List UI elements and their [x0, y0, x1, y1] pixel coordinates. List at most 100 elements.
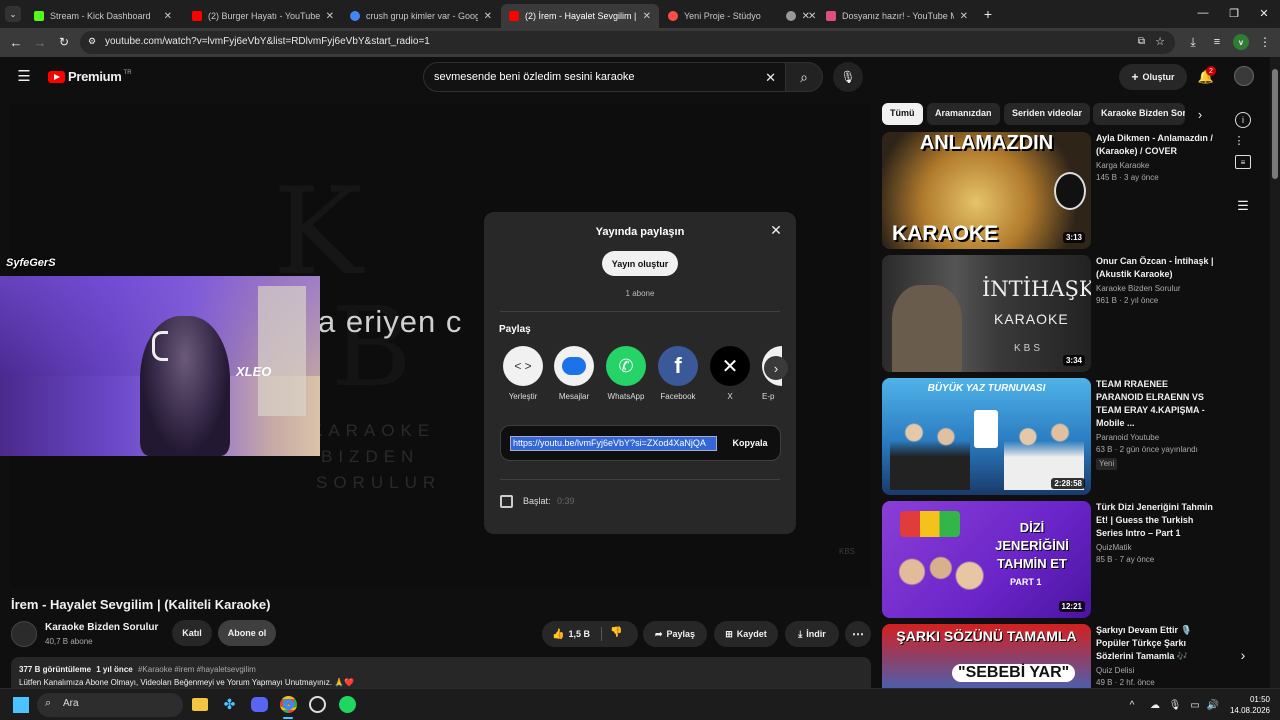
tray-overflow-icon[interactable]: ^ — [1126, 698, 1138, 712]
file-explorer-icon[interactable] — [192, 698, 208, 711]
chip-series[interactable]: Seriden videolar — [1004, 103, 1091, 125]
x-icon[interactable]: ✕ — [710, 346, 750, 386]
address-bar[interactable]: ⚙ youtube.com/watch?v=lvmFyj6eVbY&list=R… — [80, 31, 1175, 54]
embed-icon[interactable]: < > — [503, 346, 543, 386]
expand-arrow-icon[interactable]: › — [1235, 647, 1251, 663]
start-at-checkbox[interactable] — [500, 495, 513, 508]
tab-search-icon[interactable]: ⌄ — [5, 6, 21, 22]
scrollbar-track[interactable] — [1270, 57, 1280, 688]
video-thumbnail[interactable]: ŞARKI SÖZÜNÜ TAMAMLA "SEBEBİ YAR" — [882, 624, 1091, 688]
minimize-icon[interactable]: — — [1195, 5, 1211, 21]
channel-name[interactable]: Karga Karaoke — [1096, 160, 1214, 172]
dislike-icon[interactable]: 👎 — [610, 627, 622, 638]
tab-mp3[interactable]: Dosyanız hazır! - YouTube MP3 ✕ — [818, 4, 976, 28]
whatsapp-icon[interactable]: ✆ — [606, 346, 646, 386]
close-icon[interactable]: ✕ — [808, 11, 816, 22]
back-icon[interactable]: ← — [8, 34, 24, 50]
obs-icon[interactable] — [309, 696, 326, 713]
close-window-icon[interactable]: ✕ — [1256, 5, 1272, 21]
reading-list-icon[interactable]: ≡ — [1209, 34, 1225, 50]
hashtags[interactable]: #Karaoke #irem #hayaletsevgilim — [138, 665, 256, 674]
like-icon[interactable]: 👍 — [552, 629, 564, 640]
chrome-icon[interactable] — [280, 696, 297, 713]
spotify-icon[interactable] — [339, 696, 356, 713]
new-tab-icon[interactable]: + — [980, 6, 996, 22]
description-box[interactable]: 377 B görüntüleme 1 yıl önce #Karaoke #i… — [11, 657, 871, 688]
share-button[interactable]: ➦ Paylaş — [643, 621, 707, 647]
site-info-icon[interactable]: ⚙ — [88, 36, 96, 47]
close-icon[interactable]: ✕ — [960, 11, 968, 22]
discord-icon[interactable] — [251, 697, 268, 712]
video-thumbnail[interactable]: ANLAMAZDIN KARAOKE 3:13 — [882, 132, 1091, 249]
close-icon[interactable]: ✕ — [643, 11, 651, 22]
chip-from-search[interactable]: Aramanızdan — [927, 103, 1000, 125]
recommendation-card[interactable]: DİZİ JENERİĞİNİ TAHMİN ET PART 1 12:21 T… — [882, 501, 1214, 619]
chat-icon[interactable]: ≡ — [1235, 155, 1251, 169]
hamburger-menu-icon[interactable]: ☰ — [16, 68, 32, 85]
close-icon[interactable]: ✕ — [326, 11, 334, 22]
bookmark-star-icon[interactable]: ☆ — [1155, 35, 1165, 48]
like-count[interactable]: 1,5 B — [568, 629, 590, 639]
clock[interactable]: 01:50 14.08.2026 — [1226, 694, 1270, 716]
chips-next-icon[interactable]: › — [1192, 106, 1208, 122]
more-actions-button[interactable]: ⋯ — [845, 621, 871, 647]
close-icon[interactable]: ✕ — [164, 11, 172, 22]
tab-burger[interactable]: (2) Burger Hayatı - YouTube ✕ — [184, 4, 342, 28]
forward-icon[interactable]: → — [32, 34, 48, 50]
share-link-input[interactable]: https://youtu.be/lvmFyj6eVbY?si=ZXod4XaN… — [510, 436, 717, 451]
scrollbar-thumb[interactable] — [1272, 69, 1278, 179]
download-icon[interactable]: ⤓ — [1185, 34, 1201, 50]
next-arrow-icon[interactable]: › — [764, 356, 788, 380]
messages-icon[interactable] — [554, 346, 594, 386]
taskbar-search[interactable]: ⌕ Ara — [37, 693, 183, 717]
search-input[interactable]: sevmesende beni özledim sesini karaoke ✕ — [423, 62, 787, 92]
youtube-logo[interactable]: Premium TR — [48, 69, 132, 84]
recommendation-card[interactable]: ŞARKI SÖZÜNÜ TAMAMLA "SEBEBİ YAR" Şarkıy… — [882, 624, 1212, 688]
volume-icon[interactable]: 🔊 — [1206, 698, 1220, 712]
app-icon[interactable]: ✤ — [221, 696, 238, 713]
channel-name[interactable]: Karaoke Bizden Sorulur — [45, 622, 158, 633]
tab-kick[interactable]: Stream - Kick Dashboard ✕ — [26, 4, 180, 28]
video-thumbnail[interactable]: İNTİHAŞK KARAOKE KBS 3:34 — [882, 255, 1091, 372]
voice-search-icon[interactable]: 🎙 — [833, 62, 863, 92]
clear-search-icon[interactable]: ✕ — [765, 70, 776, 86]
profile-avatar[interactable]: v — [1233, 34, 1249, 50]
account-avatar[interactable] — [1234, 66, 1254, 86]
more-options-icon[interactable]: ⋮ — [1234, 132, 1245, 148]
playlist-icon[interactable]: ☰ — [1235, 198, 1251, 214]
close-icon[interactable]: ✕ — [768, 222, 784, 238]
start-at-time[interactable]: 0:39 — [557, 496, 575, 506]
tab-pinned[interactable]: ✕ — [778, 4, 818, 28]
video-thumbnail[interactable]: BÜYÜK YAZ TURNUVASI 2:28:58 — [882, 378, 1091, 495]
download-button[interactable]: ⤓ İndir — [785, 621, 839, 647]
tab-irem[interactable]: (2) İrem - Hayalet Sevgilim | (Ka ✕ — [501, 4, 659, 28]
channel-name[interactable]: QuizMatik — [1096, 542, 1214, 554]
info-icon[interactable]: i — [1235, 112, 1251, 128]
join-button[interactable]: Katıl — [172, 620, 212, 646]
recommendation-card[interactable]: ANLAMAZDIN KARAOKE 3:13 Ayla Dikmen - An… — [882, 132, 1245, 250]
search-button[interactable]: ⌕ — [785, 62, 823, 92]
reload-icon[interactable]: ↻ — [56, 34, 72, 50]
cast-icon[interactable]: ⧉ — [1138, 36, 1145, 47]
tray-app-icon[interactable]: ☁ — [1148, 698, 1162, 712]
channel-name[interactable]: Karaoke Bizden Sorulur — [1096, 283, 1214, 295]
channel-avatar[interactable] — [11, 621, 37, 647]
channel-name[interactable]: Paranoid Youtube — [1096, 432, 1214, 444]
chip-channel[interactable]: Karaoke Bizden Sor — [1093, 103, 1185, 125]
microphone-icon[interactable]: 🎙 — [1168, 698, 1182, 712]
create-button[interactable]: + Oluştur — [1119, 64, 1187, 90]
copy-button[interactable]: Kopyala — [724, 431, 776, 455]
close-icon[interactable]: ✕ — [484, 11, 492, 22]
maximize-icon[interactable]: ❐ — [1226, 5, 1242, 21]
video-thumbnail[interactable]: DİZİ JENERİĞİNİ TAHMİN ET PART 1 12:21 — [882, 501, 1091, 618]
windows-start-icon[interactable] — [13, 697, 29, 713]
recommendation-card[interactable]: İNTİHAŞK KARAOKE KBS 3:34 Onur Can Özcan… — [882, 255, 1214, 373]
facebook-icon[interactable]: f — [658, 346, 698, 386]
save-button[interactable]: ⊞ Kaydet — [714, 621, 778, 647]
tab-google[interactable]: crush grup kimler var - Google ✕ — [342, 4, 500, 28]
chip-all[interactable]: Tümü — [882, 103, 923, 125]
create-stream-button[interactable]: Yayın oluştur — [602, 251, 678, 276]
subscribe-button[interactable]: Abone ol — [218, 620, 276, 646]
recommendation-card[interactable]: BÜYÜK YAZ TURNUVASI 2:28:58 TEAM RRAENEE… — [882, 378, 1212, 496]
network-icon[interactable]: ▭ — [1188, 698, 1202, 712]
